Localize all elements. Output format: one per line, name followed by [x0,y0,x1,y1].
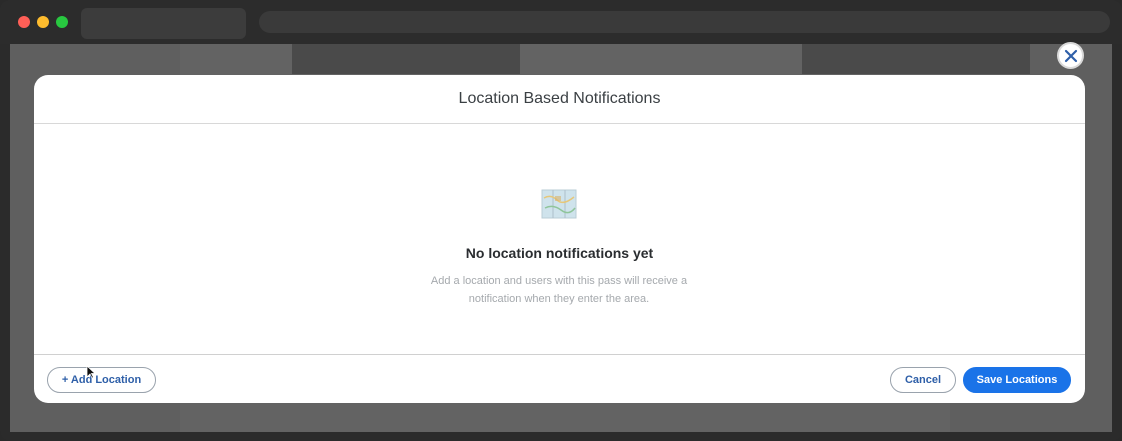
modal-footer: + Add Location Cancel Save Locations [34,355,1085,403]
background-header-left [292,44,520,74]
minimize-window-dot[interactable] [37,16,49,28]
modal-header: Location Based Notifications [34,75,1085,124]
modal-close-button[interactable] [1057,42,1084,69]
close-window-dot[interactable] [18,16,30,28]
browser-tab[interactable] [81,8,246,39]
maximize-window-dot[interactable] [56,16,68,28]
empty-state-title: No location notifications yet [465,245,654,261]
address-bar[interactable] [259,11,1110,33]
background-header-right [802,44,1030,74]
add-location-button[interactable]: + Add Location [47,367,156,393]
browser-titlebar [0,0,1122,44]
modal-body: No location notifications yet Add a loca… [34,124,1085,355]
close-icon [1064,49,1077,62]
cancel-button[interactable]: Cancel [890,367,956,393]
save-locations-button[interactable]: Save Locations [963,367,1071,393]
modal-title: Location Based Notifications [458,90,661,107]
browser-window: Location Based Notifications No location… [0,0,1122,441]
location-notifications-modal: Location Based Notifications No location… [34,75,1085,403]
map-icon [541,189,577,219]
empty-state-description: Add a location and users with this pass … [430,275,688,305]
mouse-cursor-icon [86,365,96,379]
